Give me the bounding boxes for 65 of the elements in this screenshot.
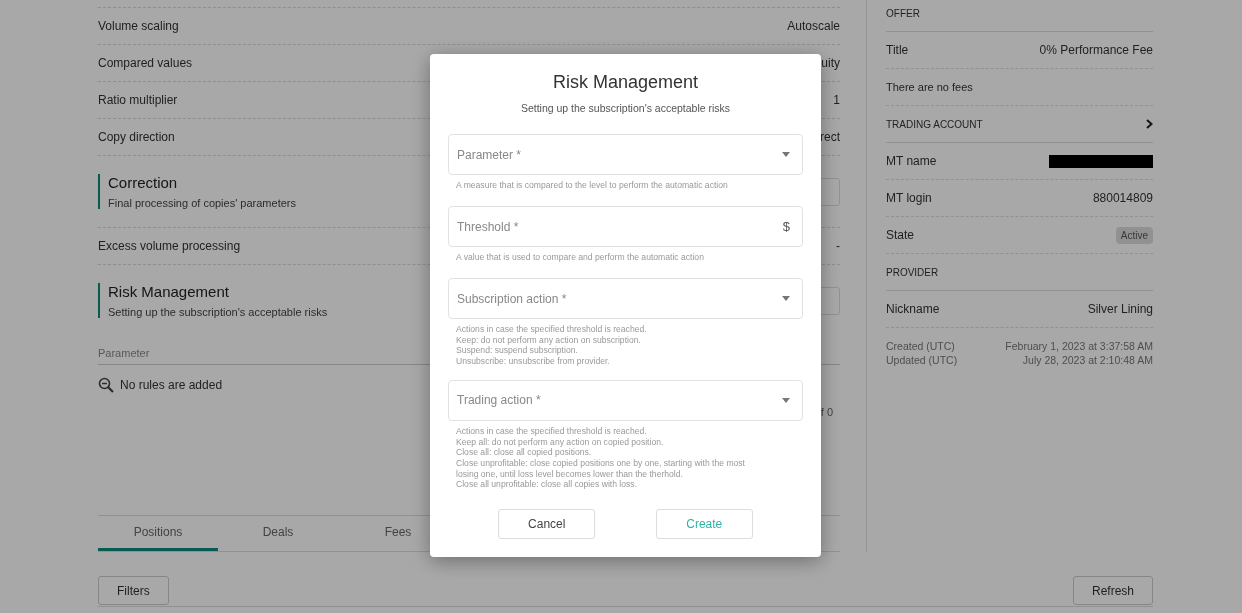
section-header: OFFER xyxy=(886,7,920,19)
field-label: Title xyxy=(886,43,909,57)
dropdown-icon xyxy=(782,152,790,157)
helper-text: losing one, until loss level becomes lower than the therhold. xyxy=(456,468,684,480)
select-field[interactable]: Trading action * xyxy=(448,379,803,421)
setting-value: uity xyxy=(821,56,840,70)
filters-button[interactable]: Filters xyxy=(98,576,169,605)
helper-text: Close unprofitable: close copied positions one by one, starting with the most xyxy=(456,457,746,469)
setting-label: Compared values xyxy=(98,56,193,70)
cancel-button[interactable]: Cancel xyxy=(498,509,596,540)
date-value: February 1, 2023 at 3:37:58 AM xyxy=(1005,340,1153,352)
setting-value: rect xyxy=(820,130,840,144)
helper-text: Actions in case the specified threshold is reached. xyxy=(456,324,648,335)
tab[interactable]: Deals xyxy=(218,516,338,551)
select-field[interactable]: Parameter * xyxy=(448,134,803,175)
section-header: TRADING ACCOUNT xyxy=(886,118,983,130)
dialog-subtitle: Setting up the subscription's acceptable risks xyxy=(520,102,731,114)
section-title: Correction xyxy=(108,174,179,191)
field-label: State xyxy=(886,228,915,242)
status-badge: Active xyxy=(1115,226,1153,244)
create-button[interactable]: Create xyxy=(655,509,753,540)
currency-suffix: $ xyxy=(782,219,790,234)
column-header: Parameter xyxy=(98,347,150,359)
dialog-title: Risk Management xyxy=(552,72,699,93)
field-value: 880014809 xyxy=(1092,191,1153,205)
date-label: Updated (UTC) xyxy=(886,354,958,366)
pagination-text: f 0 xyxy=(820,406,833,418)
tab[interactable]: Fees xyxy=(338,516,458,551)
helper-text: Unsubscribe: unsubscribe from provider. xyxy=(456,356,611,367)
chevron-right-icon[interactable] xyxy=(1146,119,1153,129)
field-label: MT login xyxy=(886,191,932,205)
field-label: Nickname xyxy=(886,302,940,316)
dropdown-icon xyxy=(782,296,790,301)
helper-text: Keep all: do not perform any action on copied position. xyxy=(456,436,665,448)
helper-text: A measure that is compared to the level to perform the automatic action xyxy=(456,180,729,191)
empty-message: No rules are added xyxy=(120,378,223,392)
refresh-button[interactable]: Refresh xyxy=(1072,576,1153,605)
helper-text: Close all unprofitable: close all copies with loss. xyxy=(456,479,639,491)
setting-value: - xyxy=(836,239,840,253)
date-label: Created (UTC) xyxy=(886,340,955,352)
helper-text: A value that is used to compare and perform the automatic action xyxy=(456,252,705,263)
helper-text: Keep: do not perform any action on subscription. xyxy=(456,334,642,346)
section-title: Risk Management xyxy=(108,283,230,300)
helper-text: Actions in case the specified threshold is reached. xyxy=(456,425,648,437)
tab[interactable]: Positions xyxy=(98,516,218,551)
section-header: PROVIDER xyxy=(886,266,939,278)
helper-text: Close all: close all copied positions. xyxy=(456,447,593,458)
field-value: 0% Performance Fee xyxy=(1039,43,1153,57)
dropdown-icon xyxy=(782,397,790,403)
setting-label: Excess volume processing xyxy=(98,239,241,253)
field-value: Silver Lining xyxy=(1087,302,1153,316)
setting-value: 1 xyxy=(833,93,840,107)
helper-text: Suspend: suspend subscription. xyxy=(456,345,579,357)
search-icon xyxy=(98,377,114,393)
setting-label: Volume scaling xyxy=(98,19,179,33)
setting-label: Copy direction xyxy=(98,130,175,144)
setting-label: Ratio multiplier xyxy=(98,93,178,107)
field-label: MT name xyxy=(886,154,937,168)
setting-value: Autoscale xyxy=(787,19,840,33)
select-field[interactable]: Subscription action * xyxy=(448,278,803,319)
section-subtitle: Final processing of copies' parameters xyxy=(108,197,296,209)
date-value: July 28, 2023 at 2:10:48 AM xyxy=(1022,354,1153,366)
input-field[interactable]: Threshold * $ xyxy=(448,206,803,247)
section-subtitle: Setting up the subscription's acceptable risks xyxy=(108,306,328,318)
note-text: There are no fees xyxy=(886,81,973,93)
